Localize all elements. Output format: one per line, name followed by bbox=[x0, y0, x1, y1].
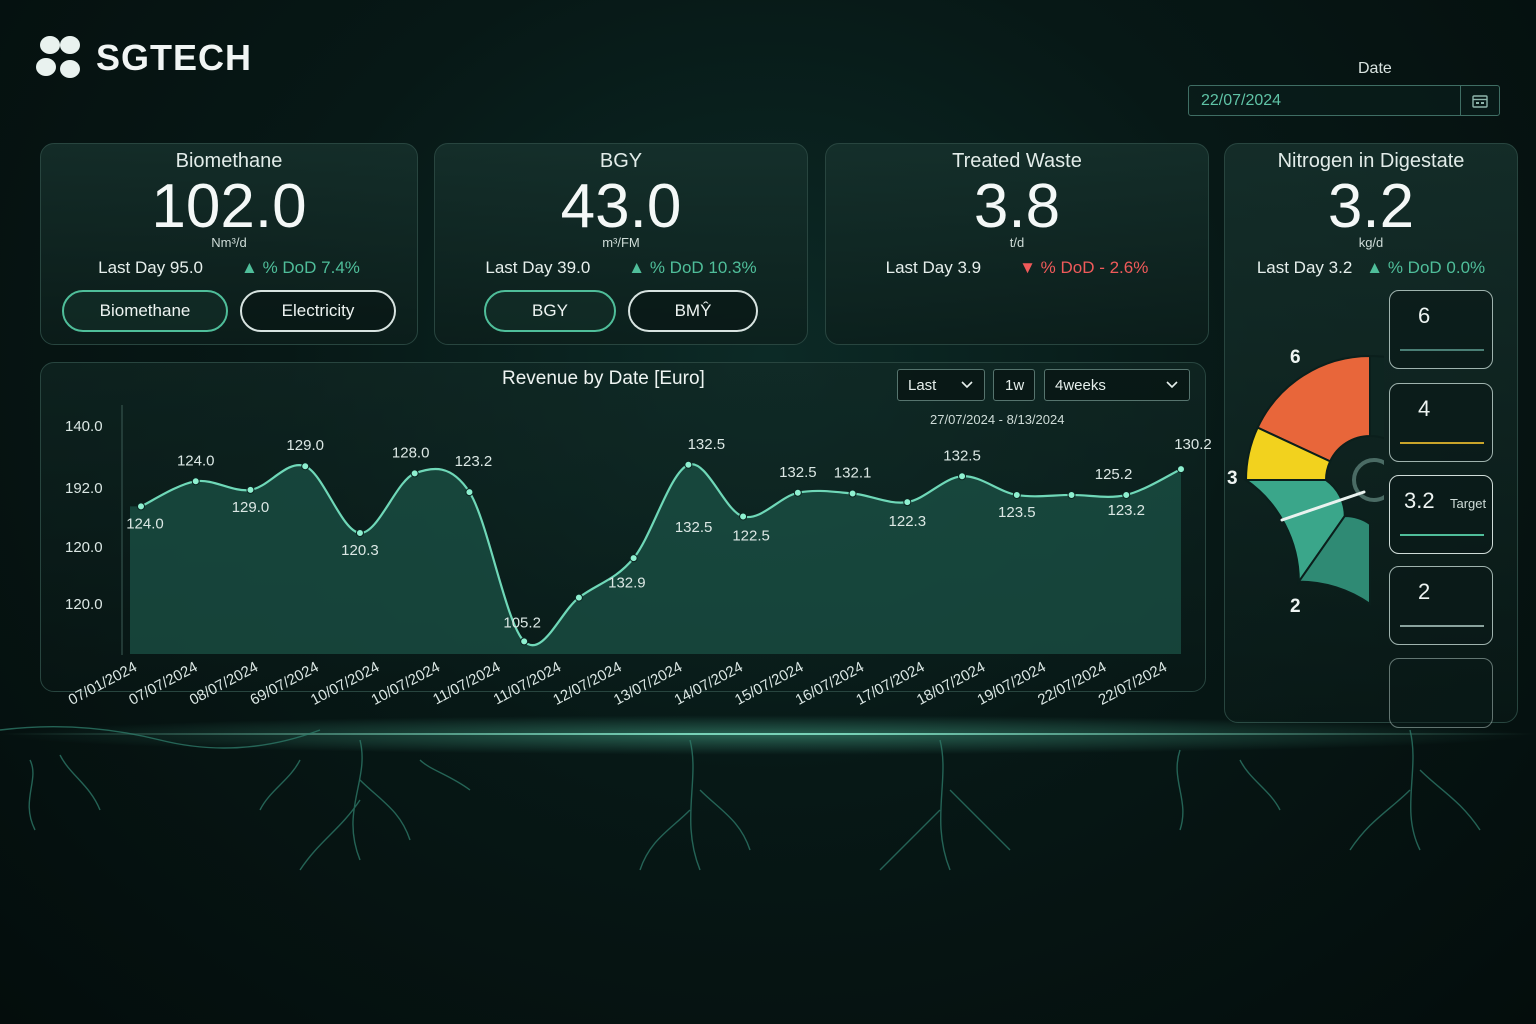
y-tick-label: 192.0 bbox=[65, 480, 103, 497]
y-tick-label: 140.0 bbox=[65, 418, 103, 435]
data-point bbox=[191, 477, 200, 486]
revenue-chart: 124.0 124.0 129.0 129.0 120.3 128.0 123.2 105.2… bbox=[65, 405, 1212, 709]
data-point bbox=[793, 488, 802, 497]
data-point bbox=[410, 469, 419, 478]
data-point bbox=[903, 498, 912, 507]
data-label: 132.9 bbox=[608, 575, 646, 592]
data-label: 130.2 bbox=[1174, 436, 1212, 453]
data-label: 124.0 bbox=[126, 515, 164, 532]
data-label: 125.2 bbox=[1095, 466, 1133, 483]
data-label: 123.2 bbox=[455, 453, 493, 470]
data-point bbox=[958, 472, 967, 481]
data-point bbox=[684, 460, 693, 469]
data-label: 122.5 bbox=[732, 527, 770, 544]
data-point bbox=[1177, 465, 1185, 474]
data-label: 123.2 bbox=[1107, 502, 1145, 519]
y-tick-label: 120.0 bbox=[65, 596, 103, 613]
revenue-area-fill bbox=[130, 464, 1181, 654]
data-label: 122.3 bbox=[889, 513, 927, 530]
data-point bbox=[355, 528, 364, 537]
data-label: 129.0 bbox=[232, 499, 270, 516]
data-point bbox=[301, 462, 310, 471]
data-label: 132.5 bbox=[675, 519, 713, 536]
data-point bbox=[739, 512, 748, 521]
data-point bbox=[574, 593, 583, 602]
data-label: 124.0 bbox=[177, 452, 215, 469]
data-label: 105.2 bbox=[503, 614, 541, 631]
data-label: 132.1 bbox=[834, 465, 872, 482]
data-point bbox=[629, 554, 638, 563]
data-point bbox=[1122, 490, 1131, 499]
data-point bbox=[1067, 490, 1076, 499]
y-tick-label: 120.0 bbox=[65, 539, 103, 556]
data-label: 132.5 bbox=[943, 447, 981, 464]
data-point bbox=[246, 485, 255, 494]
data-point bbox=[465, 488, 474, 497]
data-point bbox=[848, 489, 857, 498]
data-label: 120.3 bbox=[341, 542, 379, 559]
data-label: 123.5 bbox=[998, 504, 1036, 521]
data-label: 129.0 bbox=[286, 437, 324, 454]
decorative-roots bbox=[0, 725, 1481, 871]
data-point bbox=[520, 637, 529, 646]
data-label: 132.5 bbox=[688, 436, 726, 453]
data-label: 128.0 bbox=[392, 444, 430, 461]
data-label: 132.5 bbox=[779, 464, 817, 481]
data-point bbox=[137, 502, 145, 511]
data-point bbox=[1012, 490, 1021, 499]
